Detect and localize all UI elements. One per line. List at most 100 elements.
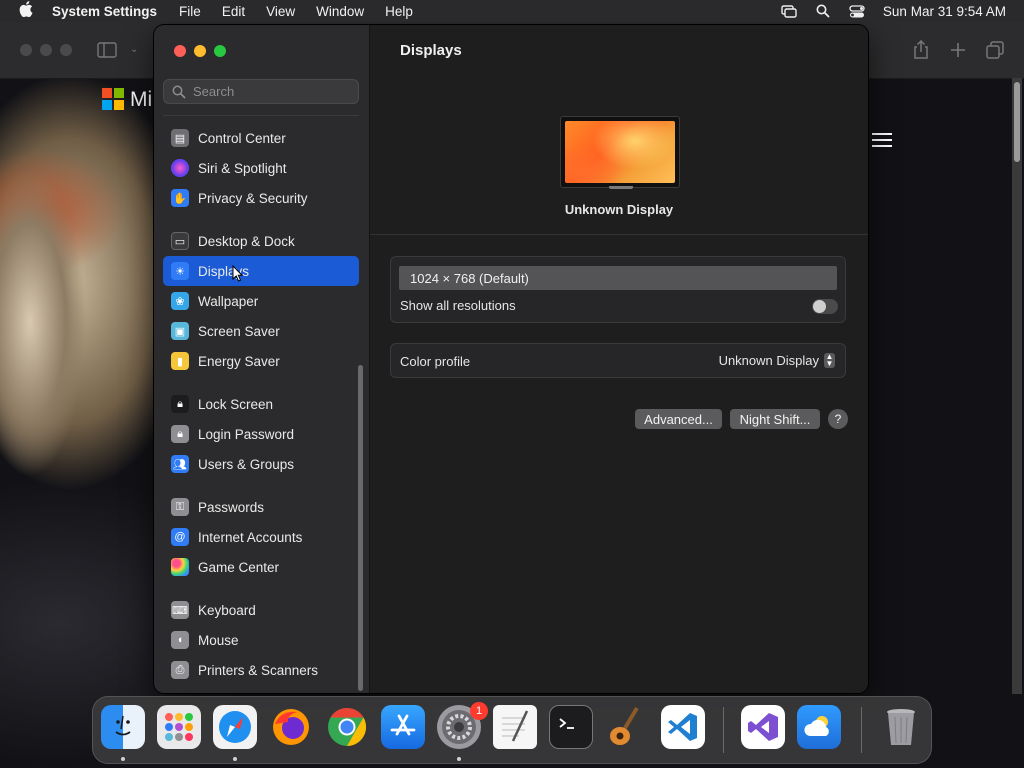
- system-settings-window: Search ▤ Control Center Siri & Spotlight…: [154, 25, 868, 693]
- finder-icon[interactable]: [101, 705, 145, 749]
- show-all-resolutions-toggle[interactable]: [812, 299, 838, 314]
- logo-square-yellow: [114, 100, 124, 110]
- menu-file[interactable]: File: [179, 4, 201, 19]
- sidebar-item-wallpaper[interactable]: ❀ Wallpaper: [163, 286, 359, 316]
- dock-separator: [723, 707, 724, 753]
- sidebar-item-passwords[interactable]: ⚿ Passwords: [163, 492, 359, 522]
- bg-window-minimize-icon[interactable]: [40, 44, 52, 56]
- lock-icon: 🔒︎: [171, 425, 189, 443]
- page-title: Displays: [400, 42, 462, 59]
- share-icon[interactable]: [912, 39, 930, 65]
- menu-view[interactable]: View: [266, 4, 295, 19]
- notification-badge: 1: [470, 702, 488, 720]
- displays-pane: Displays Unknown Display 1024 × 768 (Def…: [370, 25, 868, 693]
- vscode-icon[interactable]: [661, 705, 705, 749]
- textedit-icon[interactable]: [493, 705, 537, 749]
- color-profile-value: Unknown Display: [718, 353, 819, 368]
- sidebar-item-lock-screen[interactable]: 🔒︎ Lock Screen: [163, 389, 359, 419]
- monitor-screen: [565, 121, 675, 183]
- sidebar-item-control-center[interactable]: ▤ Control Center: [163, 123, 359, 153]
- search-placeholder: Search: [193, 84, 235, 99]
- control-center-icon[interactable]: [849, 4, 865, 18]
- screen-saver-icon: ▣: [171, 322, 189, 340]
- sidebar-item-printers-scanners[interactable]: ⎙ Printers & Scanners: [163, 655, 359, 685]
- sidebar-item-game-center[interactable]: Game Center: [163, 552, 359, 582]
- window-zoom-icon[interactable]: [214, 45, 226, 57]
- chevron-down-icon[interactable]: ⌄: [130, 44, 138, 55]
- logo-square-blue: [102, 100, 112, 110]
- night-shift-button[interactable]: Night Shift...: [730, 409, 820, 429]
- help-button[interactable]: ?: [828, 409, 848, 429]
- menubar-datetime[interactable]: Sun Mar 31 9:54 AM: [883, 4, 1006, 19]
- menu-bar: System Settings File Edit View Window He…: [0, 0, 1024, 22]
- sidebar-item-label: Energy Saver: [198, 353, 280, 369]
- display-name-label: Unknown Display: [564, 202, 674, 217]
- resolution-panel: 1024 × 768 (Default) Show all resolution…: [390, 256, 846, 323]
- toggle-knob: [813, 300, 826, 313]
- sidebar-item-screen-saver[interactable]: ▣ Screen Saver: [163, 316, 359, 346]
- sidebar-scrollbar[interactable]: [358, 365, 363, 691]
- sidebar-item-privacy-security[interactable]: ✋ Privacy & Security: [163, 183, 359, 213]
- sidebar-item-energy-saver[interactable]: ▮ Energy Saver: [163, 346, 359, 376]
- dock-icon: ▭: [171, 232, 189, 250]
- hamburger-menu-icon[interactable]: [872, 133, 892, 147]
- launchpad-icon[interactable]: [157, 705, 201, 749]
- sidebar-item-label: Internet Accounts: [198, 529, 303, 545]
- lock-icon: 🔒︎: [171, 395, 189, 413]
- sidebar-item-siri-spotlight[interactable]: Siri & Spotlight: [163, 153, 359, 183]
- sidebar-item-login-password[interactable]: 🔒︎ Login Password: [163, 419, 359, 449]
- sidebar-item-label: Keyboard: [198, 602, 256, 618]
- bg-window-close-icon[interactable]: [20, 44, 32, 56]
- menu-help[interactable]: Help: [385, 4, 413, 19]
- tab-overview-icon[interactable]: [986, 41, 1004, 64]
- advanced-button[interactable]: Advanced...: [635, 409, 722, 429]
- at-icon: @: [171, 528, 189, 546]
- visual-studio-icon[interactable]: [741, 705, 785, 749]
- sidebar-toggle-icon[interactable]: [97, 42, 117, 63]
- display-monitor-icon[interactable]: [560, 116, 680, 189]
- new-tab-icon[interactable]: [950, 42, 966, 63]
- resolution-option[interactable]: 1024 × 768 (Default): [399, 266, 837, 290]
- mouse-pointer-icon: [232, 264, 244, 283]
- sidebar-item-label: Screen Saver: [198, 323, 280, 339]
- spotlight-search-icon[interactable]: [815, 4, 831, 18]
- dock-running-indicator: [457, 757, 461, 761]
- sidebar-item-label: Mouse: [198, 632, 239, 648]
- sidebar-item-label: Login Password: [198, 426, 295, 442]
- sidebar-item-label: Desktop & Dock: [198, 233, 295, 249]
- sidebar-item-label: Privacy & Security: [198, 190, 308, 206]
- search-field[interactable]: Search: [163, 79, 359, 104]
- sidebar-item-desktop-dock[interactable]: ▭ Desktop & Dock: [163, 226, 359, 256]
- sidebar-item-keyboard[interactable]: ⌨ Keyboard: [163, 595, 359, 625]
- garageband-icon[interactable]: [605, 705, 649, 749]
- logo-square-red: [102, 88, 112, 98]
- wallpaper-icon: ❀: [171, 292, 189, 310]
- chrome-icon[interactable]: [325, 705, 369, 749]
- window-close-icon[interactable]: [174, 45, 186, 57]
- sidebar-item-mouse[interactable]: ◖ Mouse: [163, 625, 359, 655]
- terminal-icon[interactable]: [549, 705, 593, 749]
- menu-edit[interactable]: Edit: [222, 4, 245, 19]
- sidebar-item-displays[interactable]: ☀ Displays: [163, 256, 359, 286]
- weather-icon[interactable]: [797, 705, 841, 749]
- window-minimize-icon[interactable]: [194, 45, 206, 57]
- background-scrollbar[interactable]: [1012, 78, 1022, 694]
- sidebar-item-internet-accounts[interactable]: @ Internet Accounts: [163, 522, 359, 552]
- hand-icon: ✋: [171, 189, 189, 207]
- trash-icon[interactable]: [879, 705, 923, 749]
- screen-mirroring-icon[interactable]: [781, 4, 797, 18]
- sidebar-item-users-groups[interactable]: 👥︎ Users & Groups: [163, 449, 359, 479]
- safari-icon[interactable]: [213, 705, 257, 749]
- up-down-chevron-icon: ▲ ▼: [824, 352, 835, 368]
- apple-menu-icon[interactable]: [0, 1, 52, 21]
- menu-window[interactable]: Window: [316, 4, 364, 19]
- bg-window-zoom-icon[interactable]: [60, 44, 72, 56]
- app-store-icon[interactable]: [381, 705, 425, 749]
- firefox-icon[interactable]: [269, 705, 313, 749]
- control-center-icon: ▤: [171, 129, 189, 147]
- app-name-menu[interactable]: System Settings: [52, 4, 157, 19]
- siri-icon: [171, 159, 189, 177]
- color-profile-select[interactable]: Unknown Display ▲ ▼: [719, 353, 835, 368]
